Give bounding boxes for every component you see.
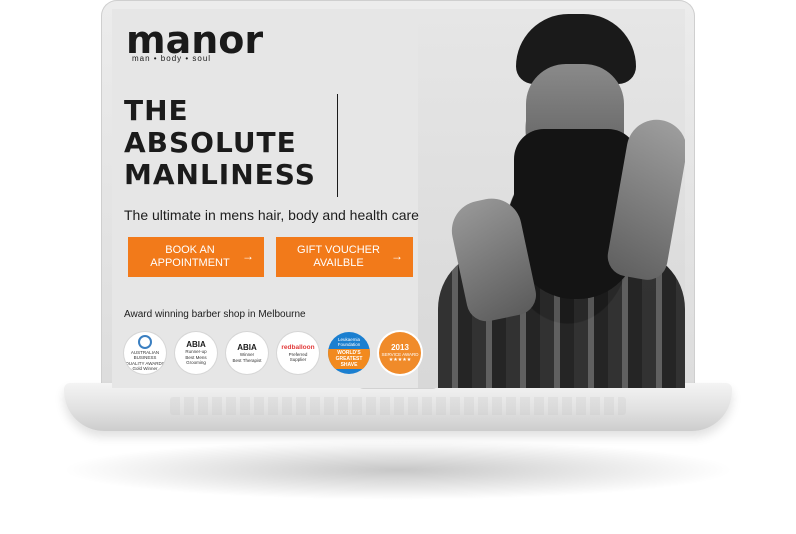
- badge-text: Foundation: [337, 342, 361, 347]
- arrow-right-icon: →: [391, 249, 403, 263]
- badge-brand: redballoon: [281, 343, 315, 351]
- badge-strip: WORLD'S GREATEST SHAVE: [328, 348, 370, 369]
- award-badge-service-2013: 2013 SERVICE AWARD ★★★★★: [379, 332, 421, 374]
- awards-heading: Award winning barber shop in Melbourne: [124, 309, 306, 320]
- headline-line-1: THE: [124, 94, 189, 127]
- badge-text: Grooming: [186, 360, 206, 366]
- arrow-right-icon: →: [242, 249, 254, 263]
- hero-headline: THE ABSOLUTE MANLINESS: [124, 95, 316, 191]
- site-logo[interactable]: manor: [126, 21, 263, 59]
- headline-line-2: ABSOLUTE: [124, 126, 297, 159]
- award-badge-abia-winner: ABIA Winner Best Therapist: [226, 332, 268, 374]
- gift-voucher-label: GIFT VOUCHER AVAILBLE: [297, 244, 380, 269]
- badge-text: Best Therapist: [232, 357, 262, 363]
- badge-text: Supplier: [289, 357, 307, 362]
- badge-text: Gold Winner: [132, 366, 158, 371]
- book-appointment-button[interactable]: BOOK AN APPOINTMENT →: [128, 237, 264, 277]
- headline-divider: [337, 94, 338, 197]
- laptop-shadow: [60, 440, 736, 500]
- badge-year: 2013: [391, 342, 409, 352]
- hero-subheadline: The ultimate in mens hair, body and heal…: [124, 207, 419, 223]
- book-appointment-label: BOOK AN APPOINTMENT: [150, 244, 230, 269]
- award-badge-australian-business: AUSTRALIAN BUSINESS QUALITY AWARDS Gold …: [124, 332, 166, 374]
- badge-brand: ABIA: [186, 340, 206, 350]
- logo-tagline: man • body • soul: [132, 54, 212, 63]
- star-icon: ★★★★★: [388, 357, 412, 364]
- laptop-keyboard: [170, 397, 626, 415]
- headline-line-3: MANLINESS: [124, 158, 316, 191]
- gift-voucher-button[interactable]: GIFT VOUCHER AVAILBLE →: [276, 237, 413, 277]
- award-badge-abia-runner-up: ABIA Runner-up Best Mens Grooming: [175, 332, 217, 374]
- hero-photo: [418, 9, 685, 388]
- award-badge-worlds-greatest-shave: Leukaemia Foundation WORLD'S GREATEST SH…: [328, 332, 370, 374]
- badge-brand: ABIA: [237, 343, 257, 352]
- award-badge-redballoon: redballoon Preferred Supplier: [277, 332, 319, 374]
- abqa-logo-icon: [138, 334, 152, 349]
- laptop-screen: manor man • body • soul THE ABSOLUTE MAN…: [112, 9, 685, 388]
